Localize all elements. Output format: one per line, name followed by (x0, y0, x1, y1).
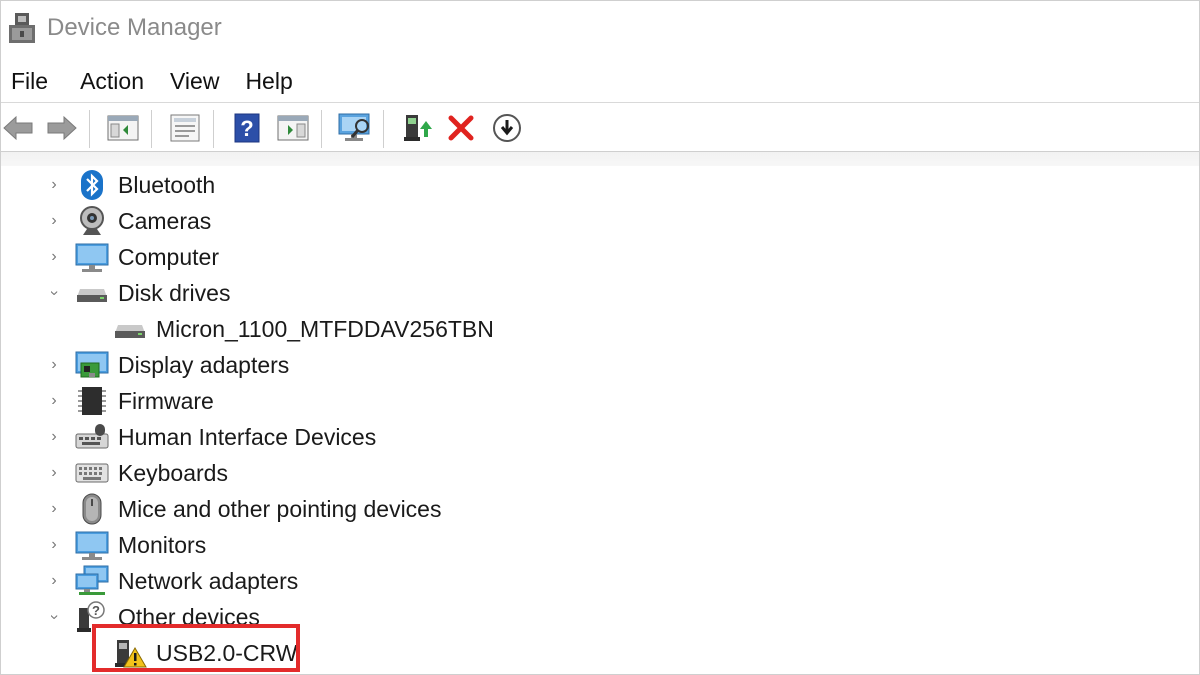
tree-item-monitors[interactable]: › Monitors (1, 527, 1199, 563)
chevron-right-icon[interactable]: › (45, 383, 63, 419)
tree-item-display-adapters[interactable]: › Display adapters (1, 347, 1199, 383)
update-driver-icon (404, 115, 432, 141)
chevron-down-icon[interactable]: › (36, 284, 72, 302)
forward-icon (47, 115, 77, 141)
tree-item-label: Human Interface Devices (118, 423, 377, 450)
toolbar: ? (1, 104, 1199, 152)
computer-icon (75, 240, 109, 274)
tree-item-label: Bluetooth (118, 171, 216, 198)
tree-item-network-adapters[interactable]: › Network adapters (1, 563, 1199, 599)
tree-item-firmware[interactable]: › Firmware (1, 383, 1199, 419)
tree-item-keyboards[interactable]: › Keyboards (1, 455, 1199, 491)
highlight-box (92, 624, 300, 672)
menu-bar: File Action View Help (1, 61, 1199, 101)
chevron-right-icon[interactable]: › (45, 455, 63, 491)
run-button[interactable] (275, 110, 311, 146)
tree-item-label: Monitors (118, 531, 207, 558)
title-bar: Device Manager (1, 1, 1199, 57)
camera-icon (75, 204, 109, 238)
tree-item-label: Cameras (118, 207, 212, 234)
monitor-icon (75, 528, 109, 562)
chevron-right-icon[interactable]: › (45, 167, 63, 203)
chevron-right-icon[interactable]: › (45, 347, 63, 383)
scan-hardware-button[interactable] (337, 110, 373, 146)
menu-file[interactable]: File (1, 68, 70, 95)
tree-item-label: Network adapters (118, 567, 299, 594)
tree-item-micron-drive[interactable]: Micron_1100_MTFDDAV256TBN (1, 311, 1199, 347)
tree-item-label: Computer (118, 243, 219, 270)
tree-item-computer[interactable]: › Computer (1, 239, 1199, 275)
back-button[interactable] (1, 110, 37, 146)
tree-item-disk-drives[interactable]: › Disk drives (1, 275, 1199, 311)
uninstall-device-icon (448, 115, 474, 141)
help-icon: ? (234, 113, 260, 143)
menu-view[interactable]: View (160, 68, 235, 95)
properties-icon (170, 114, 200, 142)
tree-item-label: Keyboards (118, 459, 228, 486)
keyboard-icon (75, 456, 109, 490)
tree-item-label: Disk drives (118, 279, 231, 306)
toolbar-separator (213, 110, 214, 148)
network-adapter-icon (75, 564, 109, 598)
toolbar-separator (89, 110, 90, 148)
tree-item-label: Mice and other pointing devices (118, 495, 442, 522)
chevron-right-icon[interactable]: › (45, 203, 63, 239)
tree-item-human-interface-devices[interactable]: › Human Interface Devices (1, 419, 1199, 455)
display-adapter-icon (75, 348, 109, 382)
tree-item-label: Display adapters (118, 351, 290, 378)
toolbar-separator (321, 110, 322, 148)
toolbar-separator (383, 110, 384, 148)
tree-item-mice[interactable]: › Mice and other pointing devices (1, 491, 1199, 527)
back-icon (3, 115, 33, 141)
firmware-icon (75, 384, 109, 418)
disable-device-button[interactable] (489, 110, 525, 146)
mouse-icon (75, 492, 109, 526)
hid-icon (75, 420, 109, 454)
chevron-right-icon[interactable]: › (45, 491, 63, 527)
run-icon (277, 115, 309, 141)
help-button[interactable]: ? (229, 110, 265, 146)
show-hide-console-tree-icon (107, 115, 139, 141)
device-manager-app-icon (9, 13, 35, 43)
disk-drive-icon (75, 276, 109, 310)
tree-item-cameras[interactable]: › Cameras (1, 203, 1199, 239)
svg-text:?: ? (240, 116, 253, 141)
window-title: Device Manager (47, 14, 222, 41)
forward-button[interactable] (43, 110, 79, 146)
chevron-down-icon[interactable]: › (36, 608, 72, 626)
tree-item-bluetooth[interactable]: › Bluetooth (1, 167, 1199, 203)
tree-item-label: Firmware (118, 387, 214, 414)
disable-device-icon (493, 114, 521, 142)
menu-action[interactable]: Action (70, 68, 160, 95)
toolbar-separator (151, 110, 152, 148)
toolbar-bottom-border (1, 151, 1199, 166)
bluetooth-icon (75, 168, 109, 202)
menubar-divider (1, 102, 1199, 103)
scan-hardware-icon (338, 113, 370, 141)
show-hide-console-tree-button[interactable] (105, 110, 141, 146)
chevron-right-icon[interactable]: › (45, 419, 63, 455)
tree-item-label: Micron_1100_MTFDDAV256TBN (156, 315, 494, 342)
disk-drive-icon (113, 312, 147, 346)
properties-button[interactable] (167, 110, 203, 146)
menu-help[interactable]: Help (235, 68, 308, 95)
chevron-right-icon[interactable]: › (45, 563, 63, 599)
chevron-right-icon[interactable]: › (45, 239, 63, 275)
uninstall-device-button[interactable] (443, 110, 479, 146)
device-manager-window: Device Manager File Action View Help ? ›… (0, 0, 1200, 675)
update-driver-button[interactable] (399, 110, 435, 146)
chevron-right-icon[interactable]: › (45, 527, 63, 563)
svg-text:?: ? (92, 603, 100, 618)
